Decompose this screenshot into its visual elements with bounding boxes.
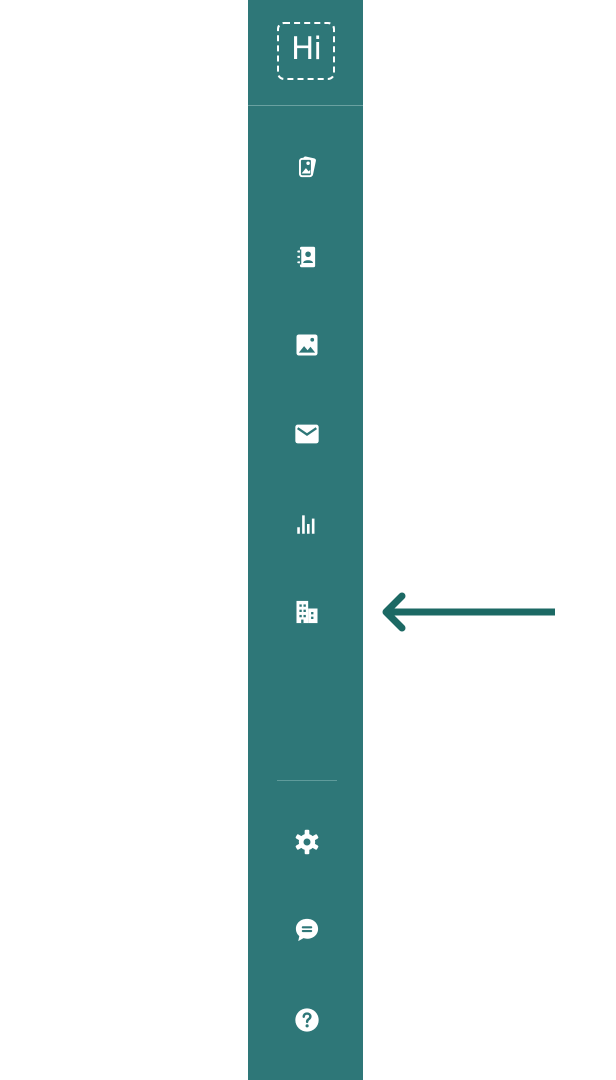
sidebar-item-images[interactable]	[283, 321, 331, 369]
mail-icon	[295, 424, 319, 444]
help-circle-icon	[295, 1008, 319, 1032]
sidebar-item-companies[interactable]	[283, 588, 331, 636]
bar-chart-icon	[297, 515, 315, 534]
stacked-photos-icon	[298, 156, 316, 178]
logo-text: Hi	[291, 31, 322, 67]
chat-bubble-icon	[295, 918, 319, 942]
sidebar-item-help[interactable]	[283, 996, 331, 1044]
sidebar-item-mail[interactable]	[283, 410, 331, 458]
gear-icon	[295, 829, 319, 855]
app-logo[interactable]: Hi	[277, 22, 335, 80]
company-building-icon	[296, 600, 318, 624]
left-arrow-icon	[382, 592, 555, 632]
sidebar-bottom-divider	[277, 780, 337, 781]
image-icon	[296, 334, 318, 356]
sidebar-item-settings[interactable]	[283, 818, 331, 866]
sidebar-top-divider	[248, 105, 363, 106]
sidebar-item-contacts[interactable]	[283, 233, 331, 281]
contacts-book-icon	[297, 246, 316, 268]
sidebar-item-feedback[interactable]	[283, 906, 331, 954]
sidebar-item-gallery[interactable]	[283, 143, 331, 191]
sidebar-item-reports[interactable]	[283, 500, 331, 548]
